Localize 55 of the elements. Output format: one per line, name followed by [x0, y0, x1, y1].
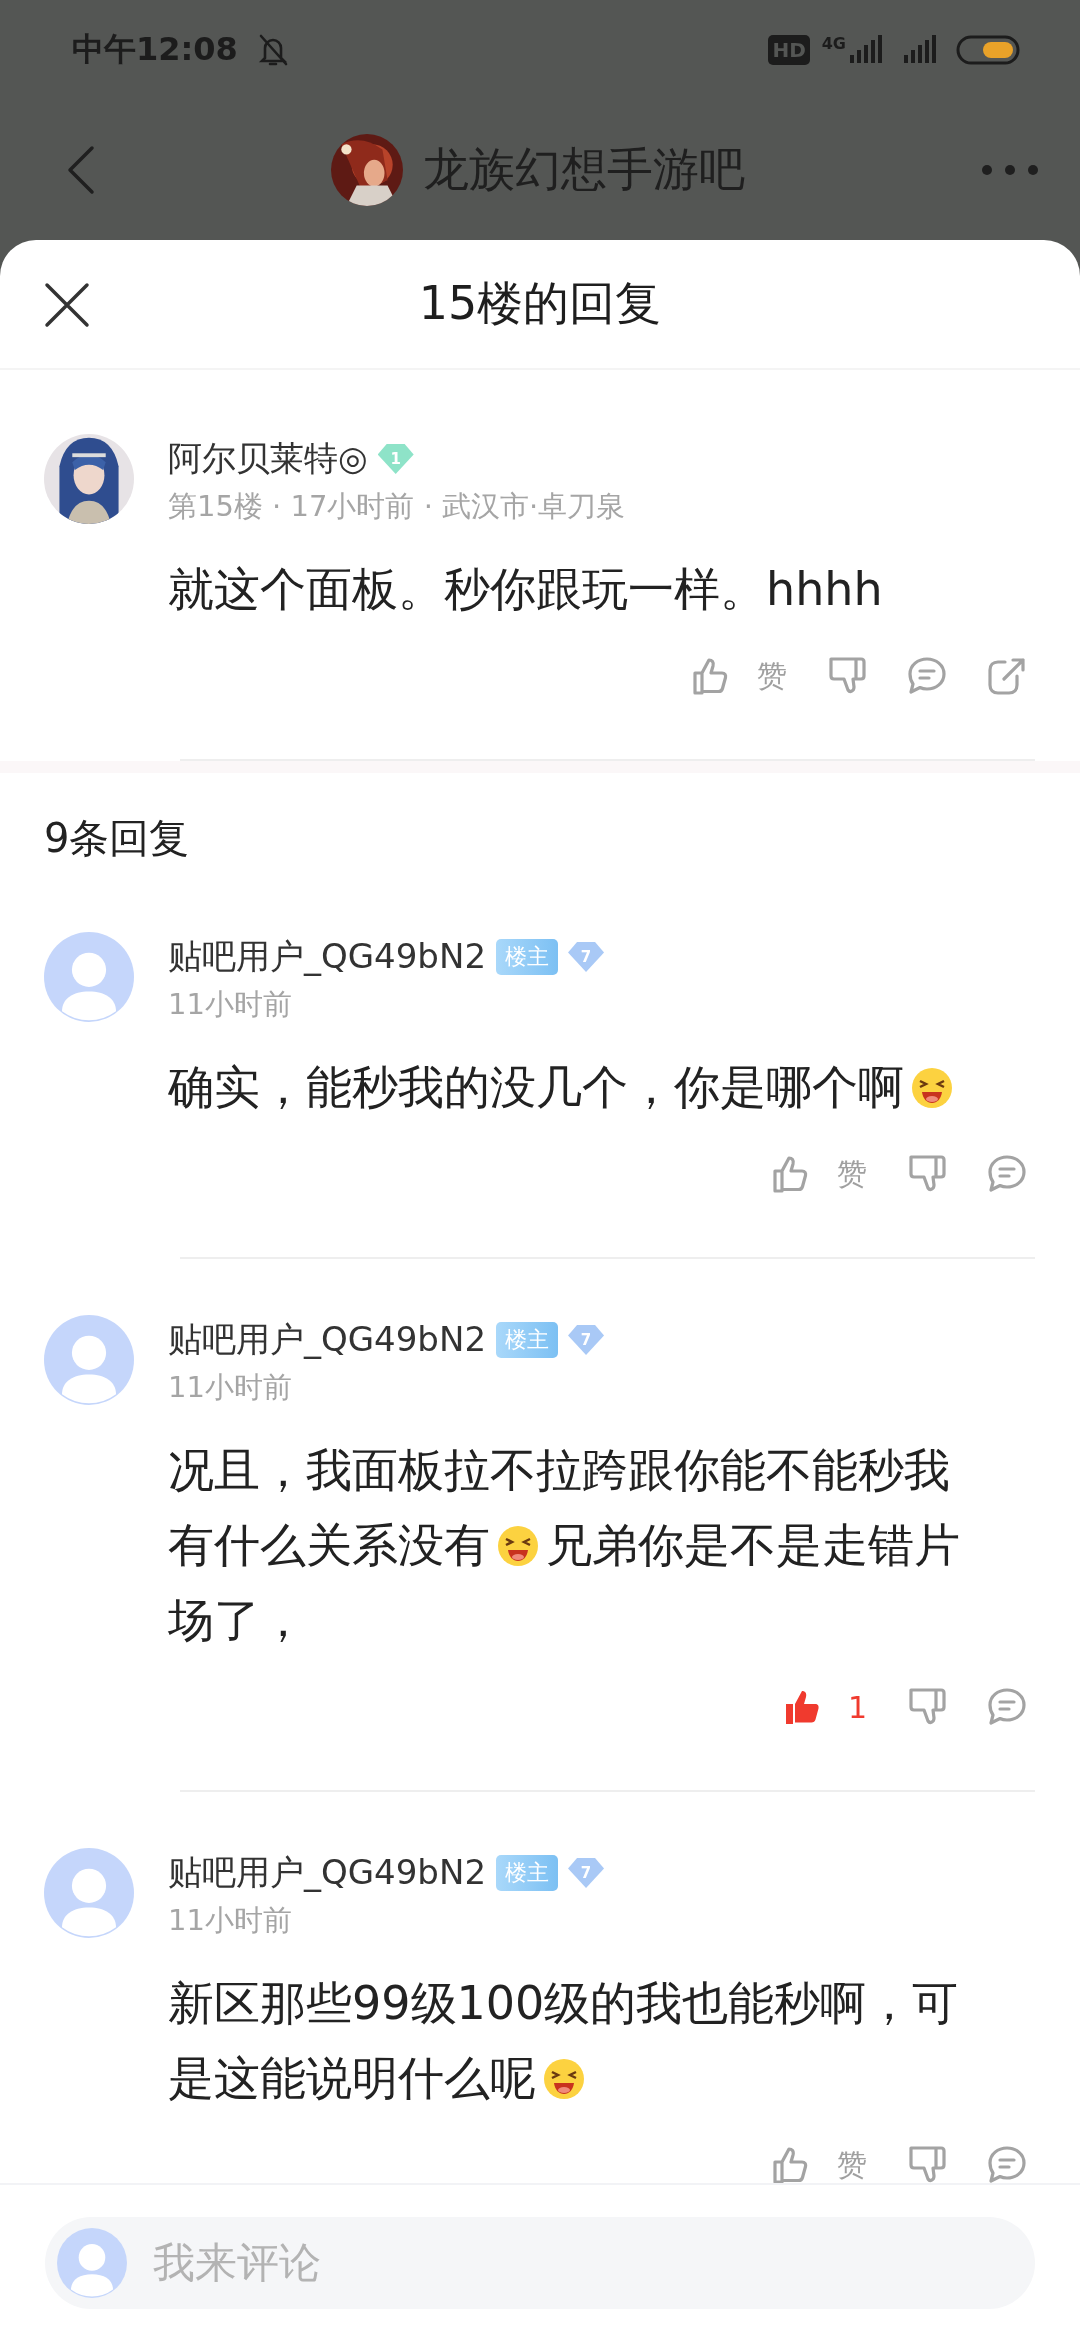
avatar-icon[interactable] [44, 932, 134, 1022]
network-type: 4G [821, 34, 846, 53]
comment-text: 就这个面板。秒你跟玩一样。hhhh [168, 561, 883, 618]
op-tag: 楼主 [496, 939, 559, 975]
post-meta: 第15楼 · 17小时前 · 武汉市·卓刀泉 [168, 488, 627, 525]
like-label: 赞 [837, 2145, 867, 2183]
comment-icon[interactable] [987, 1154, 1027, 1194]
sheet-title: 15楼的回复 [418, 275, 662, 332]
status-time: 中午12:08 [72, 29, 238, 70]
comment-icon[interactable] [907, 656, 947, 696]
avatar-icon[interactable] [44, 1315, 134, 1405]
comment-text: 兄弟你是不是走错片 [546, 1517, 960, 1574]
like-label: 赞 [837, 1154, 867, 1193]
battery-icon [956, 35, 1020, 65]
reply-time: 11小时前 [168, 1369, 293, 1406]
more-icon[interactable] [980, 163, 1040, 177]
avatar-icon[interactable] [44, 1848, 134, 1938]
emoji-icon [542, 2056, 586, 2101]
level-badge: 7 [568, 942, 605, 972]
like-label: 赞 [757, 656, 787, 695]
comment-text: 新区那些99级100级的我也能秒啊，可 [168, 1975, 959, 2032]
comment-text: 是这能说明什么呢 [168, 2050, 536, 2107]
username[interactable]: 贴吧用户_QG49bN2 [168, 1850, 487, 1896]
comment-field[interactable]: 我来评论 [45, 2216, 1035, 2309]
level-badge: 7 [568, 1325, 605, 1355]
thumbs-down-icon[interactable] [907, 1687, 947, 1727]
level-badge: 7 [568, 1858, 605, 1888]
signal-icon [848, 35, 884, 65]
emoji-icon [496, 1523, 540, 1568]
share-icon[interactable] [987, 656, 1027, 696]
comment-text: 况且，我面板拉不拉跨跟你能不能秒我 [168, 1442, 950, 1499]
thumbs-down-icon[interactable] [907, 1154, 947, 1194]
comment-text: 场了， [168, 1592, 306, 1649]
like-count: 1 [847, 1689, 867, 1725]
close-icon[interactable] [44, 282, 90, 328]
avatar-icon[interactable] [57, 2227, 127, 2298]
thumbs-down-icon[interactable] [827, 656, 867, 696]
comment-icon[interactable] [987, 2145, 1027, 2183]
op-tag: 楼主 [496, 1322, 559, 1358]
comment-icon[interactable] [987, 1687, 1027, 1727]
reply-time: 11小时前 [168, 986, 293, 1023]
reply-time: 11小时前 [168, 1902, 293, 1939]
comment-text: 有什么关系没有 [168, 1517, 490, 1574]
username[interactable]: 贴吧用户_QG49bN2 [168, 934, 487, 980]
username[interactable]: 贴吧用户_QG49bN2 [168, 1317, 487, 1363]
emoji-icon [910, 1065, 954, 1110]
signal-icon [902, 35, 938, 65]
back-icon[interactable] [66, 145, 96, 195]
username[interactable]: 阿尔贝莱特◎ [168, 436, 368, 482]
reply-count: 9条回复 [43, 814, 191, 863]
op-tag: 楼主 [496, 1855, 559, 1891]
level-badge: 1 [377, 444, 414, 474]
thumbs-down-icon[interactable] [907, 2145, 947, 2183]
hd-badge: HD [768, 35, 810, 65]
comment-text: 确实，能秒我的没几个，你是哪个啊 [168, 1059, 904, 1116]
